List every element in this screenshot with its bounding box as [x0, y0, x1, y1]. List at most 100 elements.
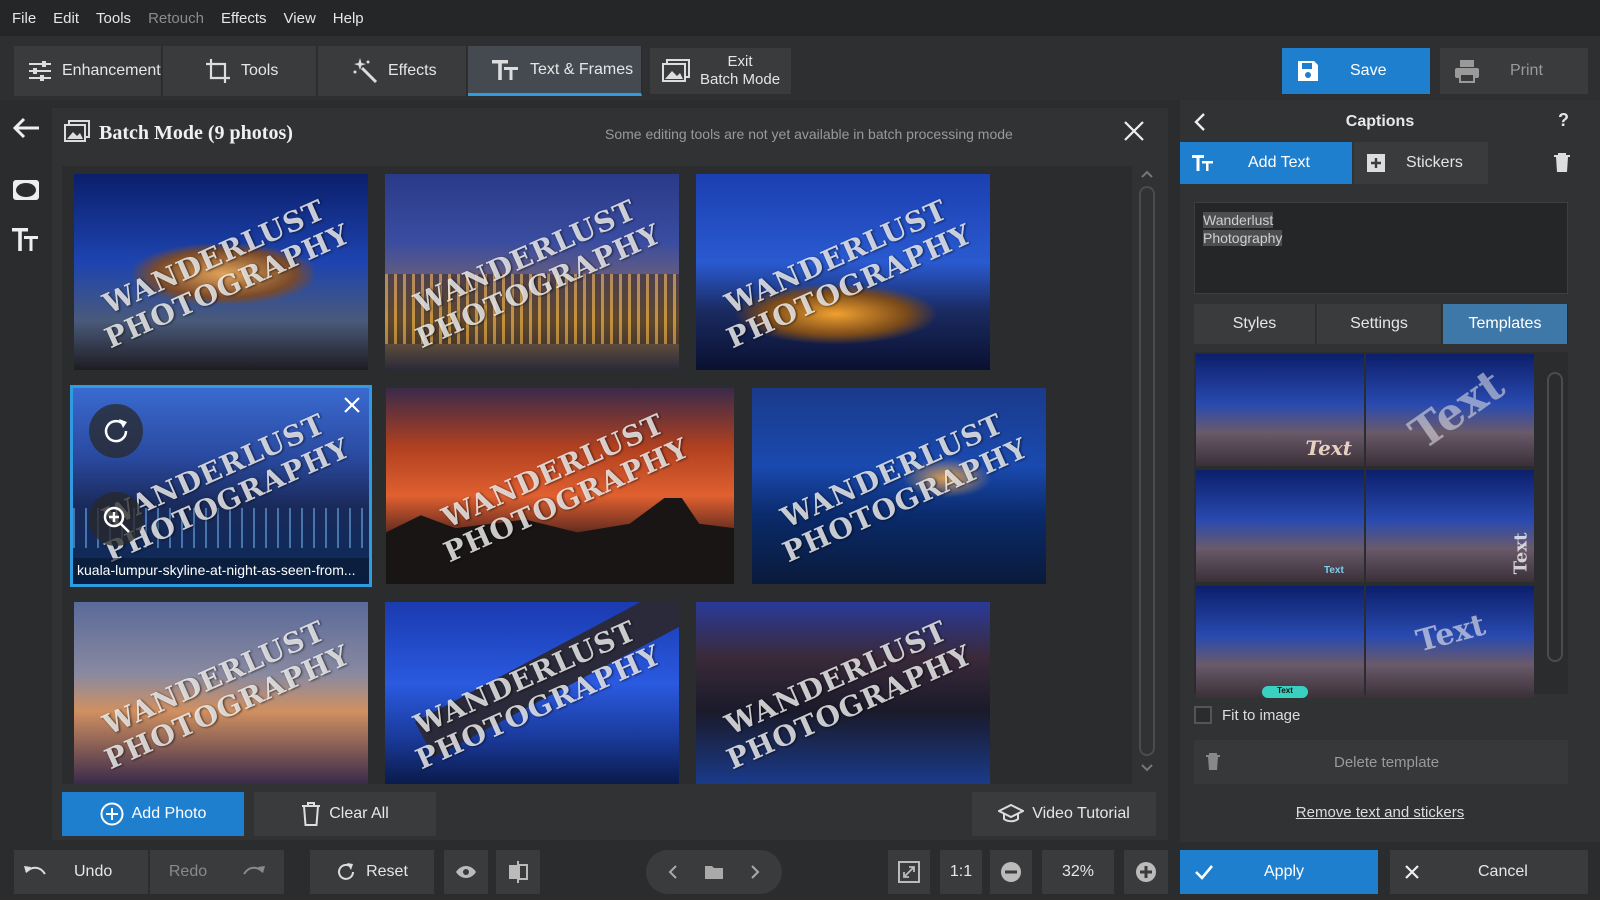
- fit-screen-icon: [898, 861, 920, 883]
- menu-effects[interactable]: Effects: [221, 10, 267, 27]
- watermark-text: WANDERLUST PHOTOGRAPHY: [398, 610, 666, 776]
- photo-thumb[interactable]: WANDERLUST PHOTOGRAPHY: [696, 602, 990, 784]
- template-thumb[interactable]: Text: [1196, 470, 1364, 582]
- text-icon: [1192, 155, 1213, 171]
- folder-icon[interactable]: [704, 864, 724, 880]
- fit-to-image-checkbox[interactable]: Fit to image: [1194, 706, 1300, 724]
- photo-thumb[interactable]: WANDERLUST PHOTOGRAPHY: [386, 388, 734, 584]
- template-thumb[interactable]: Text: [1366, 586, 1534, 698]
- checkbox-box[interactable]: [1194, 706, 1212, 724]
- next-icon[interactable]: [750, 864, 760, 880]
- left-rail: [0, 100, 50, 860]
- add-photo-button[interactable]: Add Photo: [62, 792, 244, 836]
- clear-all-button[interactable]: Clear All: [254, 792, 436, 836]
- watermark-text: WANDERLUST PHOTOGRAPHY: [709, 610, 977, 776]
- delete-template-button[interactable]: Delete template: [1194, 740, 1568, 784]
- template-text: Text: [1324, 565, 1344, 576]
- photo-thumb[interactable]: WANDERLUST PHOTOGRAPHY: [74, 174, 368, 370]
- cancel-label: Cancel: [1478, 863, 1528, 880]
- video-tutorial-button[interactable]: Video Tutorial: [972, 792, 1156, 836]
- preview-button[interactable]: [444, 850, 488, 894]
- remove-text-stickers-link[interactable]: Remove text and stickers: [1180, 804, 1580, 821]
- photo-thumb[interactable]: WANDERLUST PHOTOGRAPHY: [74, 602, 368, 784]
- template-thumb[interactable]: Text: [1366, 470, 1534, 582]
- watermark-text: WANDERLUST PHOTOGRAPHY: [765, 403, 1033, 569]
- zoom-plus-icon: [1136, 862, 1156, 882]
- tab-enhancement[interactable]: Enhancement: [14, 46, 162, 96]
- delete-caption-button[interactable]: [1542, 142, 1582, 184]
- menu-retouch[interactable]: Retouch: [148, 10, 204, 27]
- caption-text-input[interactable]: Wanderlust Photography: [1194, 202, 1568, 294]
- frame-icon[interactable]: [10, 174, 42, 206]
- caption-text-line2: Photography: [1203, 230, 1283, 246]
- templates-grid: Text Text Text Text Text Text: [1194, 352, 1568, 698]
- back-arrow-icon[interactable]: [10, 112, 42, 144]
- add-text-tab[interactable]: Add Text: [1180, 142, 1352, 184]
- tab-text-frames-label: Text & Frames: [530, 60, 634, 78]
- template-text: Text: [1510, 532, 1532, 575]
- photo-grid: WANDERLUST PHOTOGRAPHY WANDERLUST PHOTOGRA…: [62, 166, 1132, 784]
- text-tool-icon[interactable]: [10, 224, 42, 256]
- templates-scroll-track[interactable]: [1547, 372, 1563, 662]
- previous-icon[interactable]: [668, 864, 678, 880]
- reset-button[interactable]: Reset: [310, 850, 434, 894]
- scrollbar-track[interactable]: [1139, 186, 1155, 756]
- template-thumb[interactable]: Text: [1196, 586, 1364, 698]
- zoom-out-button[interactable]: [990, 850, 1032, 894]
- magic-wand-icon: [353, 58, 378, 84]
- tab-text-frames[interactable]: Text & Frames: [468, 46, 642, 96]
- scroll-down-icon[interactable]: [1141, 764, 1153, 772]
- fit-screen-button[interactable]: [888, 850, 930, 894]
- menu-tools[interactable]: Tools: [96, 10, 131, 27]
- cancel-button[interactable]: Cancel: [1390, 850, 1588, 894]
- template-thumb[interactable]: Text: [1196, 354, 1364, 466]
- photo-thumb[interactable]: WANDERLUST PHOTOGRAPHY: [696, 174, 990, 370]
- tab-effects[interactable]: Effects: [318, 46, 467, 96]
- stickers-tab[interactable]: Stickers: [1354, 142, 1488, 184]
- tab-tools[interactable]: Tools: [163, 46, 317, 96]
- grid-scrollbar[interactable]: [1134, 166, 1160, 784]
- redo-button[interactable]: Redo: [150, 850, 284, 894]
- photos-icon: [64, 120, 90, 142]
- menu-help[interactable]: Help: [333, 10, 364, 27]
- apply-label: Apply: [1264, 863, 1305, 880]
- photo-thumb-selected[interactable]: WANDERLUST PHOTOGRAPHY kuala-lumpur-skyli…: [70, 385, 372, 587]
- undo-button[interactable]: Undo: [14, 850, 148, 894]
- menu-file[interactable]: File: [12, 10, 36, 27]
- templates-scrollbar[interactable]: [1544, 354, 1566, 686]
- apply-button[interactable]: Apply: [1180, 850, 1378, 894]
- rotate-button[interactable]: [89, 404, 143, 458]
- compare-button[interactable]: [496, 850, 540, 894]
- photo-thumb[interactable]: WANDERLUST PHOTOGRAPHY: [752, 388, 1046, 584]
- menu-view[interactable]: View: [284, 10, 316, 27]
- template-text: Text: [1412, 607, 1490, 660]
- tab-styles[interactable]: Styles: [1194, 304, 1316, 344]
- close-icon[interactable]: [1123, 120, 1145, 142]
- template-thumb[interactable]: Text: [1366, 354, 1534, 466]
- actual-size-button[interactable]: 1:1: [940, 850, 982, 894]
- zoom-in-button[interactable]: [1124, 850, 1168, 894]
- photo-filename: kuala-lumpur-skyline-at-night-as-seen-fr…: [73, 558, 369, 584]
- remove-photo-icon[interactable]: [343, 396, 361, 414]
- batch-actions: Add Photo Clear All Video Tutorial: [52, 784, 1168, 840]
- plus-square-icon: [1367, 154, 1385, 172]
- help-icon[interactable]: ?: [1558, 110, 1569, 131]
- tab-settings[interactable]: Settings: [1317, 304, 1442, 344]
- save-button[interactable]: Save: [1282, 48, 1430, 94]
- scroll-up-icon[interactable]: [1141, 170, 1153, 178]
- print-button[interactable]: Print: [1440, 48, 1588, 94]
- menu-edit[interactable]: Edit: [53, 10, 79, 27]
- navigator: [646, 850, 782, 894]
- cancel-x-icon: [1405, 865, 1419, 879]
- photo-thumb[interactable]: WANDERLUST PHOTOGRAPHY: [385, 602, 679, 784]
- trash-icon: [302, 802, 321, 826]
- zoom-button[interactable]: [89, 492, 143, 546]
- stickers-label: Stickers: [1406, 154, 1463, 171]
- exit-batch-mode-button[interactable]: Exit Batch Mode: [650, 48, 791, 94]
- zoom-level[interactable]: 32%: [1042, 850, 1114, 894]
- tab-effects-label: Effects: [388, 62, 437, 79]
- trash-icon: [1206, 753, 1220, 770]
- captions-title: Captions: [1345, 113, 1415, 130]
- photo-thumb[interactable]: WANDERLUST PHOTOGRAPHY: [385, 174, 679, 370]
- tab-templates[interactable]: Templates: [1443, 304, 1568, 344]
